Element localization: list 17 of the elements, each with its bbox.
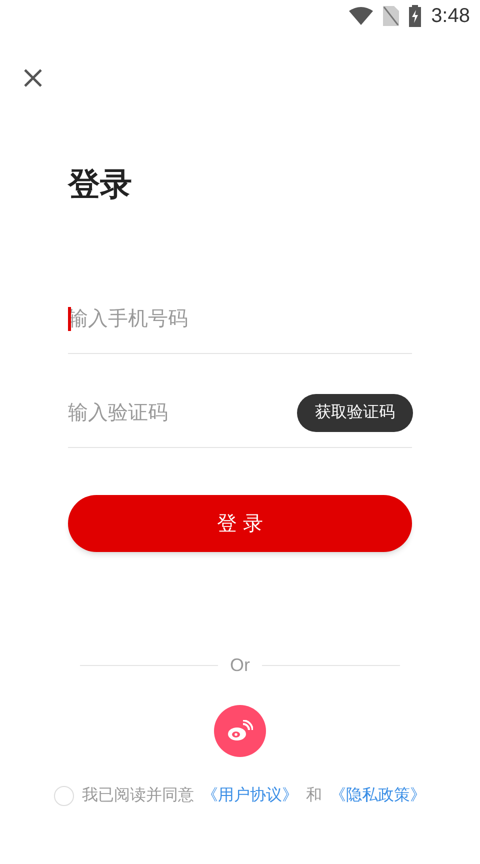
user-agreement-link[interactable]: 《用户协议》 [202,784,298,808]
conjunction-text: 和 [306,786,322,806]
agreement-checkbox[interactable] [54,786,74,806]
code-input-field[interactable]: 输入验证码 [68,398,168,428]
page-title: 登录 [68,165,133,204]
get-code-button[interactable]: 获取验证码 [297,394,413,432]
battery-charging-icon [409,5,422,27]
divider-label: Or [230,654,250,677]
wifi-icon [349,7,374,25]
status-time: 3:48 [431,4,470,29]
privacy-policy-link[interactable]: 《隐私政策》 [330,784,426,808]
weibo-login-button[interactable] [214,705,266,757]
login-button[interactable]: 登 录 [68,495,412,552]
close-icon[interactable] [23,68,43,88]
agreement-text: 我已阅读并同意 [82,786,194,806]
no-sim-icon [383,6,400,26]
weibo-icon [227,720,253,742]
